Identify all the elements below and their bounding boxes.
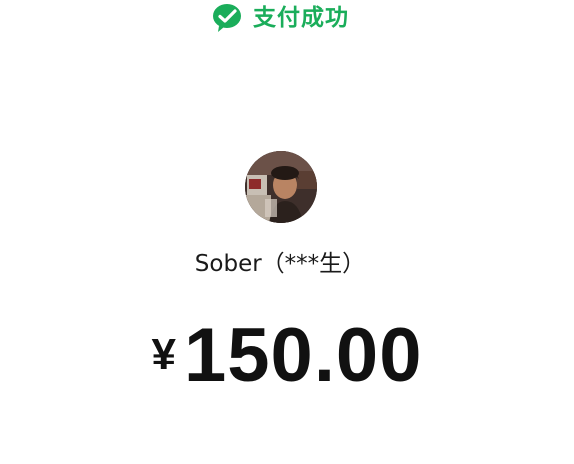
payment-status: 支付成功 (211, 2, 349, 34)
payment-amount: ¥ 150.00 (0, 318, 574, 394)
amount-value: 150.00 (184, 313, 423, 398)
wechat-pay-check-icon (213, 4, 241, 32)
payment-success-screen: 支付成功 Sober（***生） ¥ 150.00 (0, 0, 574, 464)
payee-avatar (245, 151, 317, 223)
payment-status-text: 支付成功 (253, 5, 349, 31)
currency-symbol: ¥ (151, 330, 177, 379)
payee-name: Sober（***生） (194, 251, 366, 277)
